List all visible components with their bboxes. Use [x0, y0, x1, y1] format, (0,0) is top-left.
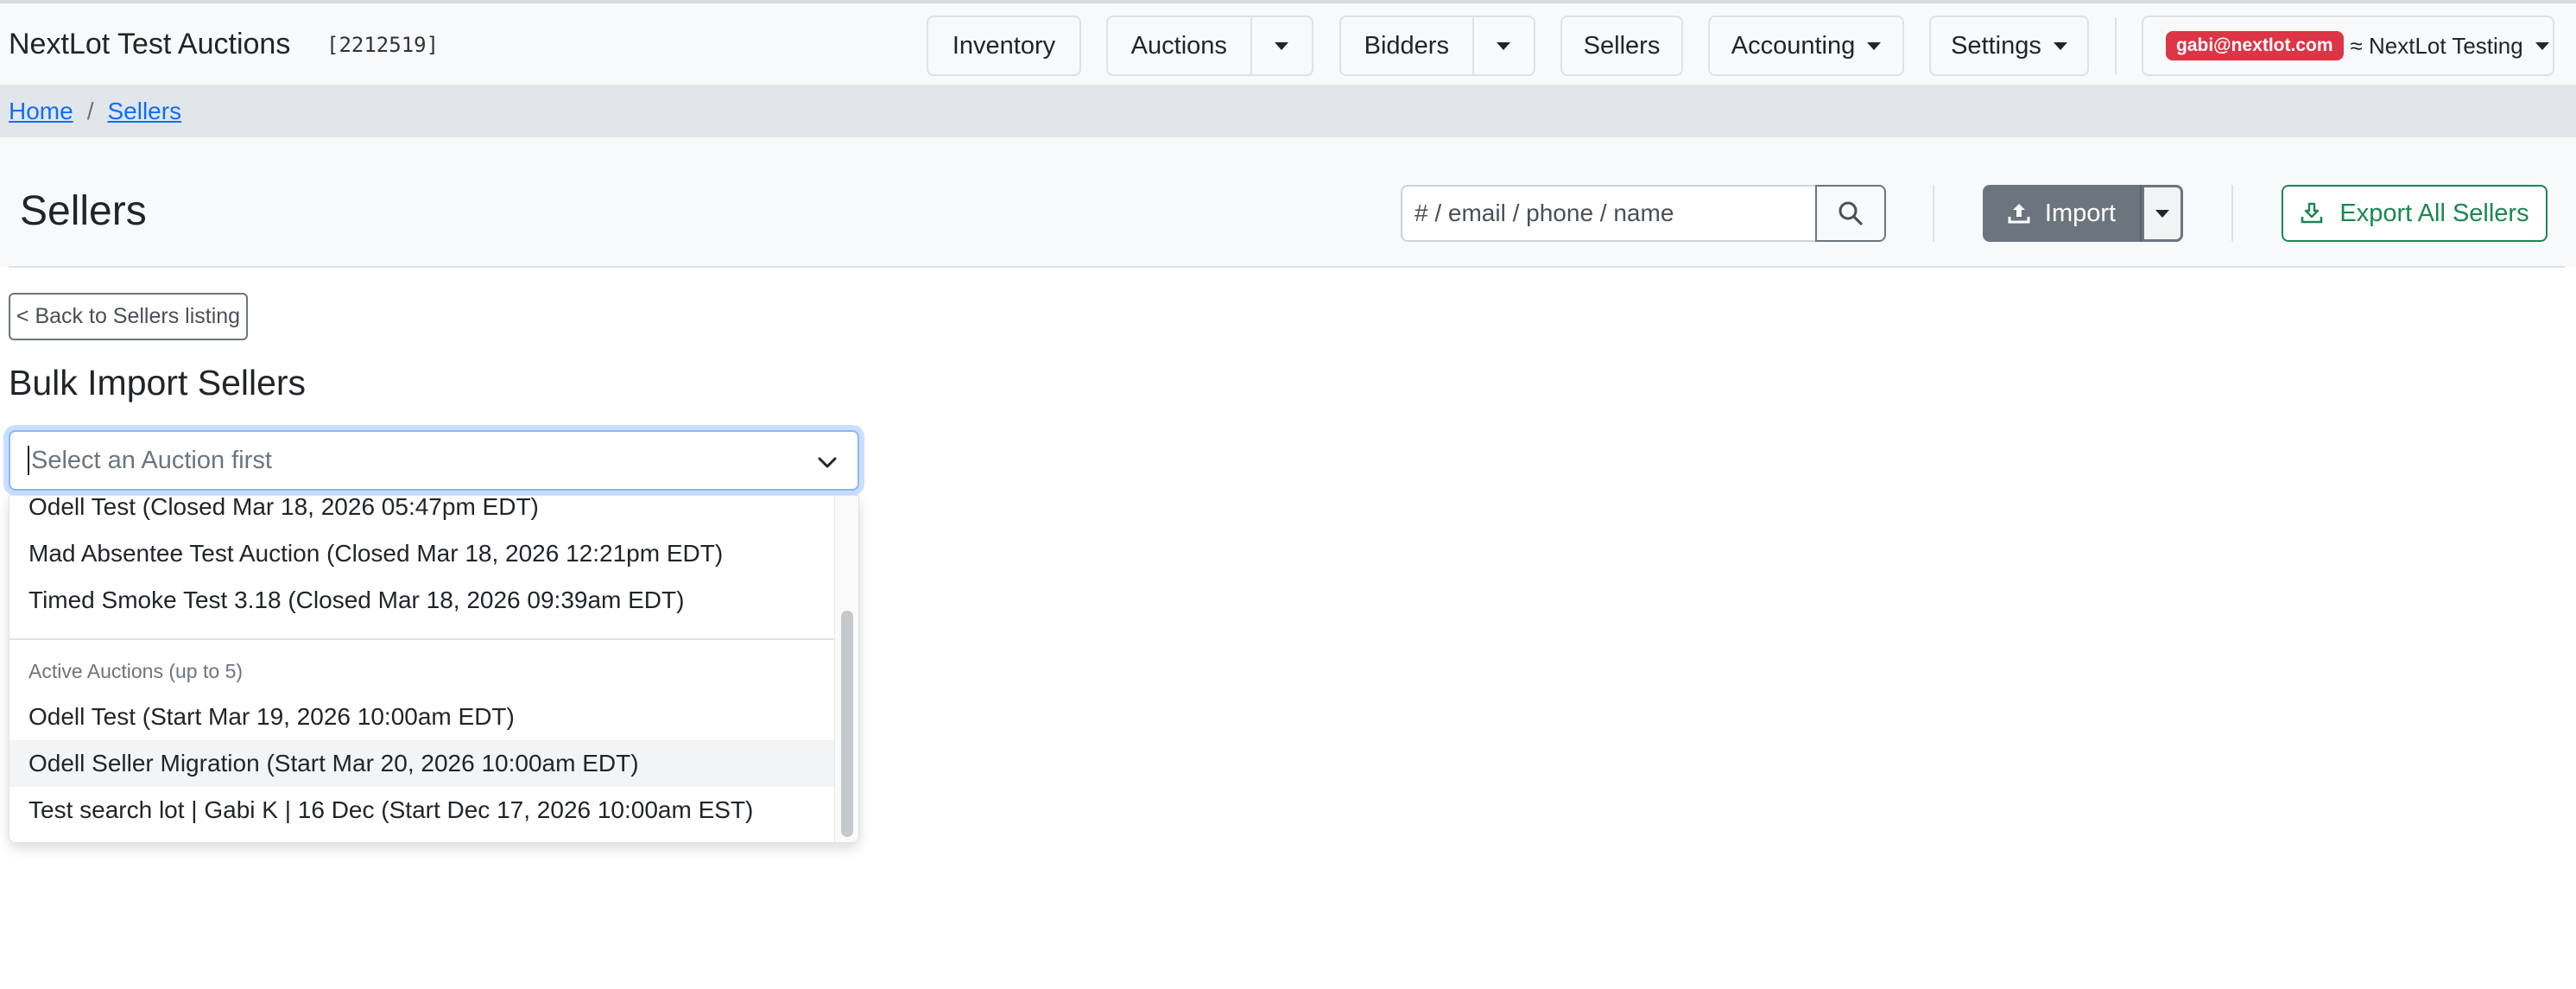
auction-option[interactable]: Odell Test (Closed Mar 18, 2026 05:47pm …	[9, 496, 834, 530]
breadcrumb: Home / Sellers	[0, 86, 2576, 137]
nav-settings-label: Settings	[1951, 31, 2041, 60]
account-id: [2212519]	[326, 33, 440, 57]
breadcrumb-sellers-link[interactable]: Sellers	[107, 98, 181, 125]
brand-title[interactable]: NextLot Test Auctions	[9, 28, 290, 61]
export-all-sellers-button[interactable]: Export All Sellers	[2282, 185, 2548, 242]
caret-down-icon	[1867, 41, 1882, 50]
auction-option[interactable]: Test search lot | Gabi K | 16 Dec (Start…	[9, 787, 834, 834]
nav-settings-button[interactable]: Settings	[1929, 16, 2089, 76]
auction-option[interactable]: Mad Absentee Test Auction (Closed Mar 18…	[9, 530, 834, 577]
upload-icon	[2008, 204, 2030, 224]
auction-option[interactable]: Odell Test (Start Mar 19, 2026 10:00am E…	[9, 694, 834, 740]
nav-bidders-button[interactable]: Bidders	[1341, 17, 1472, 74]
import-group: Import	[1983, 185, 2183, 242]
header-divider	[1933, 185, 1934, 242]
breadcrumb-home-link[interactable]: Home	[9, 98, 73, 125]
search-group	[1401, 185, 1886, 242]
navbar: NextLot Test Auctions [2212519] Inventor…	[0, 3, 2576, 86]
org-name: ≈ NextLot Testing	[2350, 32, 2523, 59]
nav-auctions-button[interactable]: Auctions	[1108, 17, 1250, 74]
option-group-label-active: Active Auctions (up to 5)	[28, 660, 244, 682]
page-title: Sellers	[20, 188, 147, 234]
section-title: Bulk Import Sellers	[9, 363, 307, 403]
nav-bidders-group: Bidders	[1339, 16, 1535, 76]
nav-divider	[2115, 17, 2117, 74]
auction-option-highlighted[interactable]: Odell Seller Migration (Start Mar 20, 20…	[9, 740, 834, 787]
import-dropdown-toggle[interactable]	[2140, 185, 2183, 242]
page-header: Sellers Import Export All Sellers	[0, 137, 2576, 267]
import-label: Import	[2044, 199, 2117, 227]
nav-accounting-button[interactable]: Accounting	[1708, 16, 1904, 76]
user-email-badge: gabi@nextlot.com	[2166, 31, 2344, 60]
nav-auctions-toggle[interactable]	[1250, 17, 1312, 74]
chevron-down-icon	[818, 457, 837, 468]
caret-down-icon	[1497, 41, 1511, 50]
download-icon	[2301, 202, 2323, 224]
caret-down-icon	[2155, 209, 2169, 218]
nav-auctions-group: Auctions	[1106, 16, 1313, 76]
nav-accounting-label: Accounting	[1731, 31, 1856, 60]
caret-down-icon	[1275, 41, 1289, 50]
nav-inventory-button[interactable]: Inventory	[927, 16, 1081, 76]
dropdown-scrollbar[interactable]	[834, 496, 858, 842]
nav-sellers-button[interactable]: Sellers	[1560, 16, 1683, 76]
search-input[interactable]	[1401, 185, 1815, 242]
option-group-divider	[9, 638, 834, 640]
nav-bidders-toggle[interactable]	[1472, 17, 1534, 74]
caret-down-icon	[2535, 41, 2549, 50]
search-icon	[1839, 201, 1863, 225]
breadcrumb-separator: /	[86, 98, 94, 124]
header-rule	[9, 266, 2565, 268]
import-button[interactable]: Import	[1983, 185, 2140, 242]
export-label: Export All Sellers	[2339, 199, 2529, 227]
caret-down-icon	[2053, 41, 2067, 50]
auction-select[interactable]: Select an Auction first	[9, 430, 859, 491]
back-to-sellers-button[interactable]: < Back to Sellers listing	[9, 293, 248, 340]
search-button[interactable]	[1815, 185, 1886, 242]
dropdown-scroll-thumb[interactable]	[841, 611, 853, 837]
user-menu-button[interactable]: gabi@nextlot.com ≈ NextLot Testing	[2142, 16, 2554, 76]
auction-dropdown-menu: Odell Test (Closed Mar 18, 2026 05:47pm …	[9, 495, 859, 843]
text-cursor	[28, 446, 29, 475]
auction-option[interactable]: Timed Smoke Test 3.18 (Closed Mar 18, 20…	[9, 577, 834, 624]
auction-select-placeholder: Select an Auction first	[31, 446, 272, 474]
header-divider	[2231, 185, 2233, 242]
